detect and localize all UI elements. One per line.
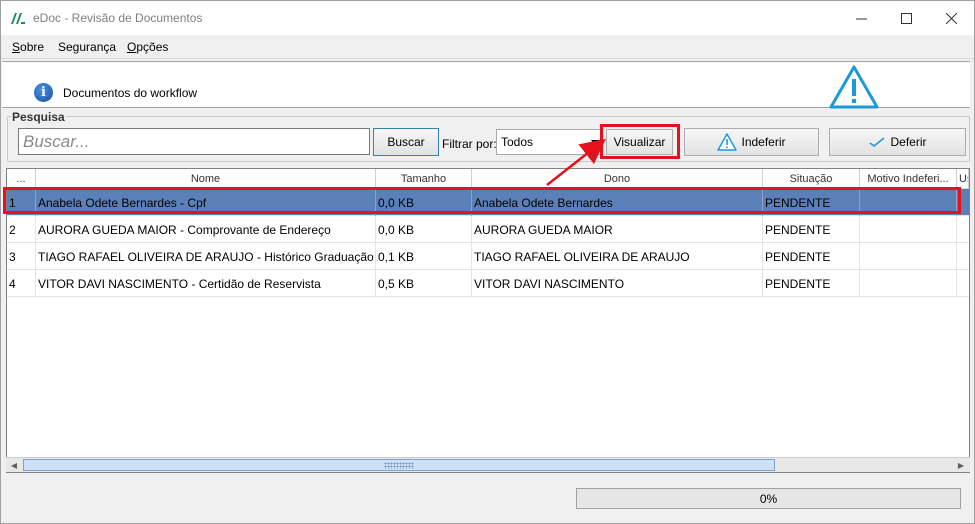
warning-icon [829, 65, 879, 109]
column-header-motivo[interactable]: Motivo Indeferi... [860, 169, 957, 189]
close-button[interactable] [928, 1, 974, 35]
table-row[interactable]: 2 AURORA GUEDA MAIOR - Comprovante de En… [7, 216, 969, 243]
documents-table[interactable]: ... Nome Tamanho Dono Situação Motivo In… [6, 168, 970, 473]
scrollbar-grip-icon [384, 462, 414, 469]
approve-button[interactable]: Deferir [829, 128, 966, 156]
search-group-title: Pesquisa [11, 110, 66, 124]
scrollbar-thumb[interactable] [23, 459, 775, 471]
minimize-button[interactable] [838, 1, 884, 35]
table-row[interactable]: 1 Anabela Odete Bernardes - Cpf 0,0 KB A… [7, 189, 969, 216]
app-window: eDoc - Revisão de Documentos Sobre Segur… [0, 0, 975, 524]
cell-tamanho: 0,5 KB [376, 270, 472, 297]
menu-sobre-accel: S [12, 40, 21, 54]
cell-nome: TIAGO RAFAEL OLIVEIRA DE ARAUJO - Histór… [36, 243, 376, 270]
cell-index: 4 [7, 270, 36, 297]
column-header-dono[interactable]: Dono [472, 169, 763, 189]
scroll-right-icon[interactable]: ▶ [953, 458, 969, 472]
cell-nome: Anabela Odete Bernardes - Cpf [36, 189, 376, 216]
cell-dono: AURORA GUEDA MAIOR [472, 216, 763, 243]
close-icon [945, 12, 957, 24]
search-input[interactable] [18, 128, 370, 155]
cell-situacao: PENDENTE [763, 243, 860, 270]
annotation-highlight-view-button [600, 124, 680, 159]
progress-bar: 0% [576, 488, 961, 509]
table-row[interactable]: 4 VITOR DAVI NASCIMENTO - Certidão de Re… [7, 270, 969, 297]
cell-motivo [860, 243, 957, 270]
cell-situacao: PENDENTE [763, 189, 860, 216]
menu-bar: Sobre Segurança Opções [1, 35, 974, 59]
cell-nome: VITOR DAVI NASCIMENTO - Certidão de Rese… [36, 270, 376, 297]
cell-tamanho: 0,0 KB [376, 216, 472, 243]
maximize-button[interactable] [883, 1, 929, 35]
progress-label: 0% [759, 491, 778, 506]
title-bar[interactable]: eDoc - Revisão de Documentos [1, 1, 974, 35]
cell-dono: Anabela Odete Bernardes [472, 189, 763, 216]
cell-dono: TIAGO RAFAEL OLIVEIRA DE ARAUJO [472, 243, 763, 270]
column-header-situacao[interactable]: Situação [763, 169, 860, 189]
cell-dono: VITOR DAVI NASCIMENTO [472, 270, 763, 297]
search-button[interactable]: Buscar [373, 128, 439, 156]
cell-situacao: PENDENTE [763, 270, 860, 297]
menu-opcoes-accel: O [127, 40, 137, 54]
cell-index: 3 [7, 243, 36, 270]
cell-index: 2 [7, 216, 36, 243]
filter-select-value: Todos [501, 135, 534, 149]
column-header-tamanho[interactable]: Tamanho [376, 169, 472, 189]
reject-button-label: Indeferir [741, 135, 786, 149]
cell-tamanho: 0,1 KB [376, 243, 472, 270]
maximize-icon [900, 12, 912, 24]
checkmark-icon [868, 136, 886, 148]
approve-button-label: Deferir [890, 135, 927, 149]
cell-motivo [860, 189, 957, 216]
cell-situacao: PENDENTE [763, 216, 860, 243]
table-header: ... Nome Tamanho Dono Situação Motivo In… [7, 169, 969, 189]
edoc-logo-icon [11, 13, 25, 24]
cell-nome: AURORA GUEDA MAIOR - Comprovante de Ende… [36, 216, 376, 243]
warning-small-icon [717, 133, 738, 151]
menu-seguranca[interactable]: Segurança [58, 40, 116, 54]
cell-index: 1 [7, 189, 36, 216]
menu-sobre[interactable]: Sobre [12, 40, 44, 54]
filter-label: Filtrar por: [442, 137, 497, 151]
filter-select[interactable]: Todos [496, 129, 602, 155]
column-header-nome[interactable]: Nome [36, 169, 376, 189]
column-header-index[interactable]: ... [7, 169, 36, 189]
menu-opcoes-label: pções [136, 40, 169, 54]
column-header-us[interactable]: Us [957, 169, 969, 189]
cell-tamanho: 0,0 KB [376, 189, 472, 216]
header-label: Documentos do workflow [63, 86, 198, 100]
minimize-icon [855, 18, 867, 19]
reject-button[interactable]: Indeferir [684, 128, 819, 156]
chevron-down-icon [591, 140, 599, 145]
menu-sobre-label: obre [20, 40, 45, 54]
cell-motivo [860, 270, 957, 297]
menu-opcoes[interactable]: Opções [127, 40, 168, 54]
info-icon: i [34, 83, 53, 102]
horizontal-scrollbar[interactable]: ◀ ▶ [6, 457, 970, 472]
scroll-left-icon[interactable]: ◀ [6, 458, 22, 472]
table-row[interactable]: 3 TIAGO RAFAEL OLIVEIRA DE ARAUJO - Hist… [7, 243, 969, 270]
header-panel: i Documentos do workflow [2, 61, 970, 109]
cell-motivo [860, 216, 957, 243]
window-title: eDoc - Revisão de Documentos [33, 11, 203, 25]
